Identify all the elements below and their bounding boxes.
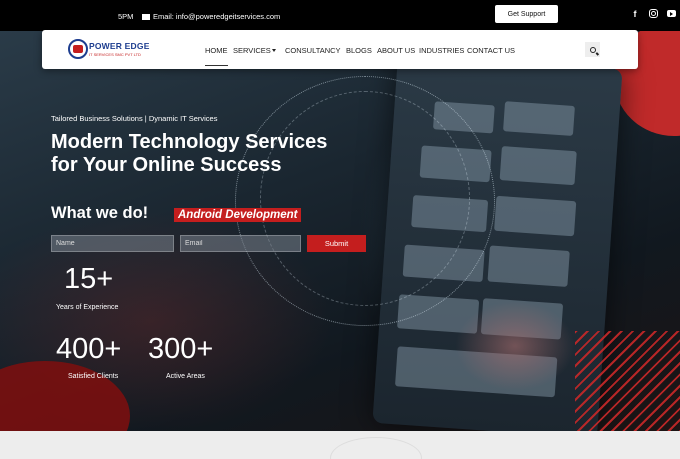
brand-subtitle: IT SERVICES SMC PVT LTD (89, 52, 141, 57)
nav-consultancy[interactable]: CONSULTANCY (285, 46, 341, 55)
power-edge-logo-icon[interactable] (68, 39, 88, 59)
brand-name[interactable]: POWER EDGE (89, 41, 150, 51)
contact-email-text: Email: info@poweredgeitservices.com (153, 12, 281, 21)
decorative-red-shape (0, 361, 130, 431)
hand-illustration (455, 301, 575, 391)
nav-industries[interactable]: INDUSTRIES (419, 46, 464, 55)
stat-areas-label: Active Areas (166, 373, 205, 380)
stat-years-label: Years of Experience (56, 304, 119, 311)
globe-inner-ring (260, 91, 470, 306)
envelope-icon (142, 13, 150, 20)
nav-contact-us[interactable]: CONTACT US (467, 46, 515, 55)
submit-button[interactable]: Submit (307, 235, 366, 252)
nav-about-us[interactable]: ABOUT US (377, 46, 415, 55)
nav-services[interactable]: SERVICES (233, 46, 271, 55)
hero-headline: Modern Technology Services for Your Onli… (51, 131, 328, 176)
hero-tagline: Tailored Business Solutions | Dynamic IT… (51, 114, 218, 123)
contact-email[interactable]: Email: info@poweredgeitservices.com (142, 12, 280, 21)
nav-blogs[interactable]: BLOGS (346, 46, 372, 55)
what-we-do-heading: What we do! (51, 204, 149, 222)
youtube-icon[interactable] (667, 10, 676, 17)
email-input[interactable] (180, 235, 301, 252)
facebook-icon[interactable]: f (630, 9, 640, 19)
hero-section (0, 31, 680, 431)
next-section-preview (0, 431, 680, 459)
search-button[interactable] (585, 42, 600, 57)
chevron-down-icon[interactable] (272, 49, 276, 52)
top-bar: 5PM Email: info@poweredgeitservices.com … (0, 0, 680, 31)
business-hours: 5PM (118, 12, 134, 21)
stat-years-value: 15+ (64, 263, 114, 295)
instagram-icon[interactable] (649, 9, 658, 18)
get-support-button[interactable]: Get Support (495, 5, 558, 23)
stat-clients-label: Satisfied Clients (68, 373, 119, 380)
search-icon (589, 46, 596, 53)
service-highlight-badge: Android Development (174, 208, 302, 222)
main-navbar: POWER EDGE IT SERVICES SMC PVT LTD HOME … (42, 30, 638, 69)
decorative-stripes (575, 331, 680, 431)
nav-home[interactable]: HOME (205, 46, 228, 66)
stat-areas-value: 300+ (148, 333, 214, 365)
name-input[interactable] (51, 235, 174, 252)
stat-clients-value: 400+ (56, 333, 122, 365)
